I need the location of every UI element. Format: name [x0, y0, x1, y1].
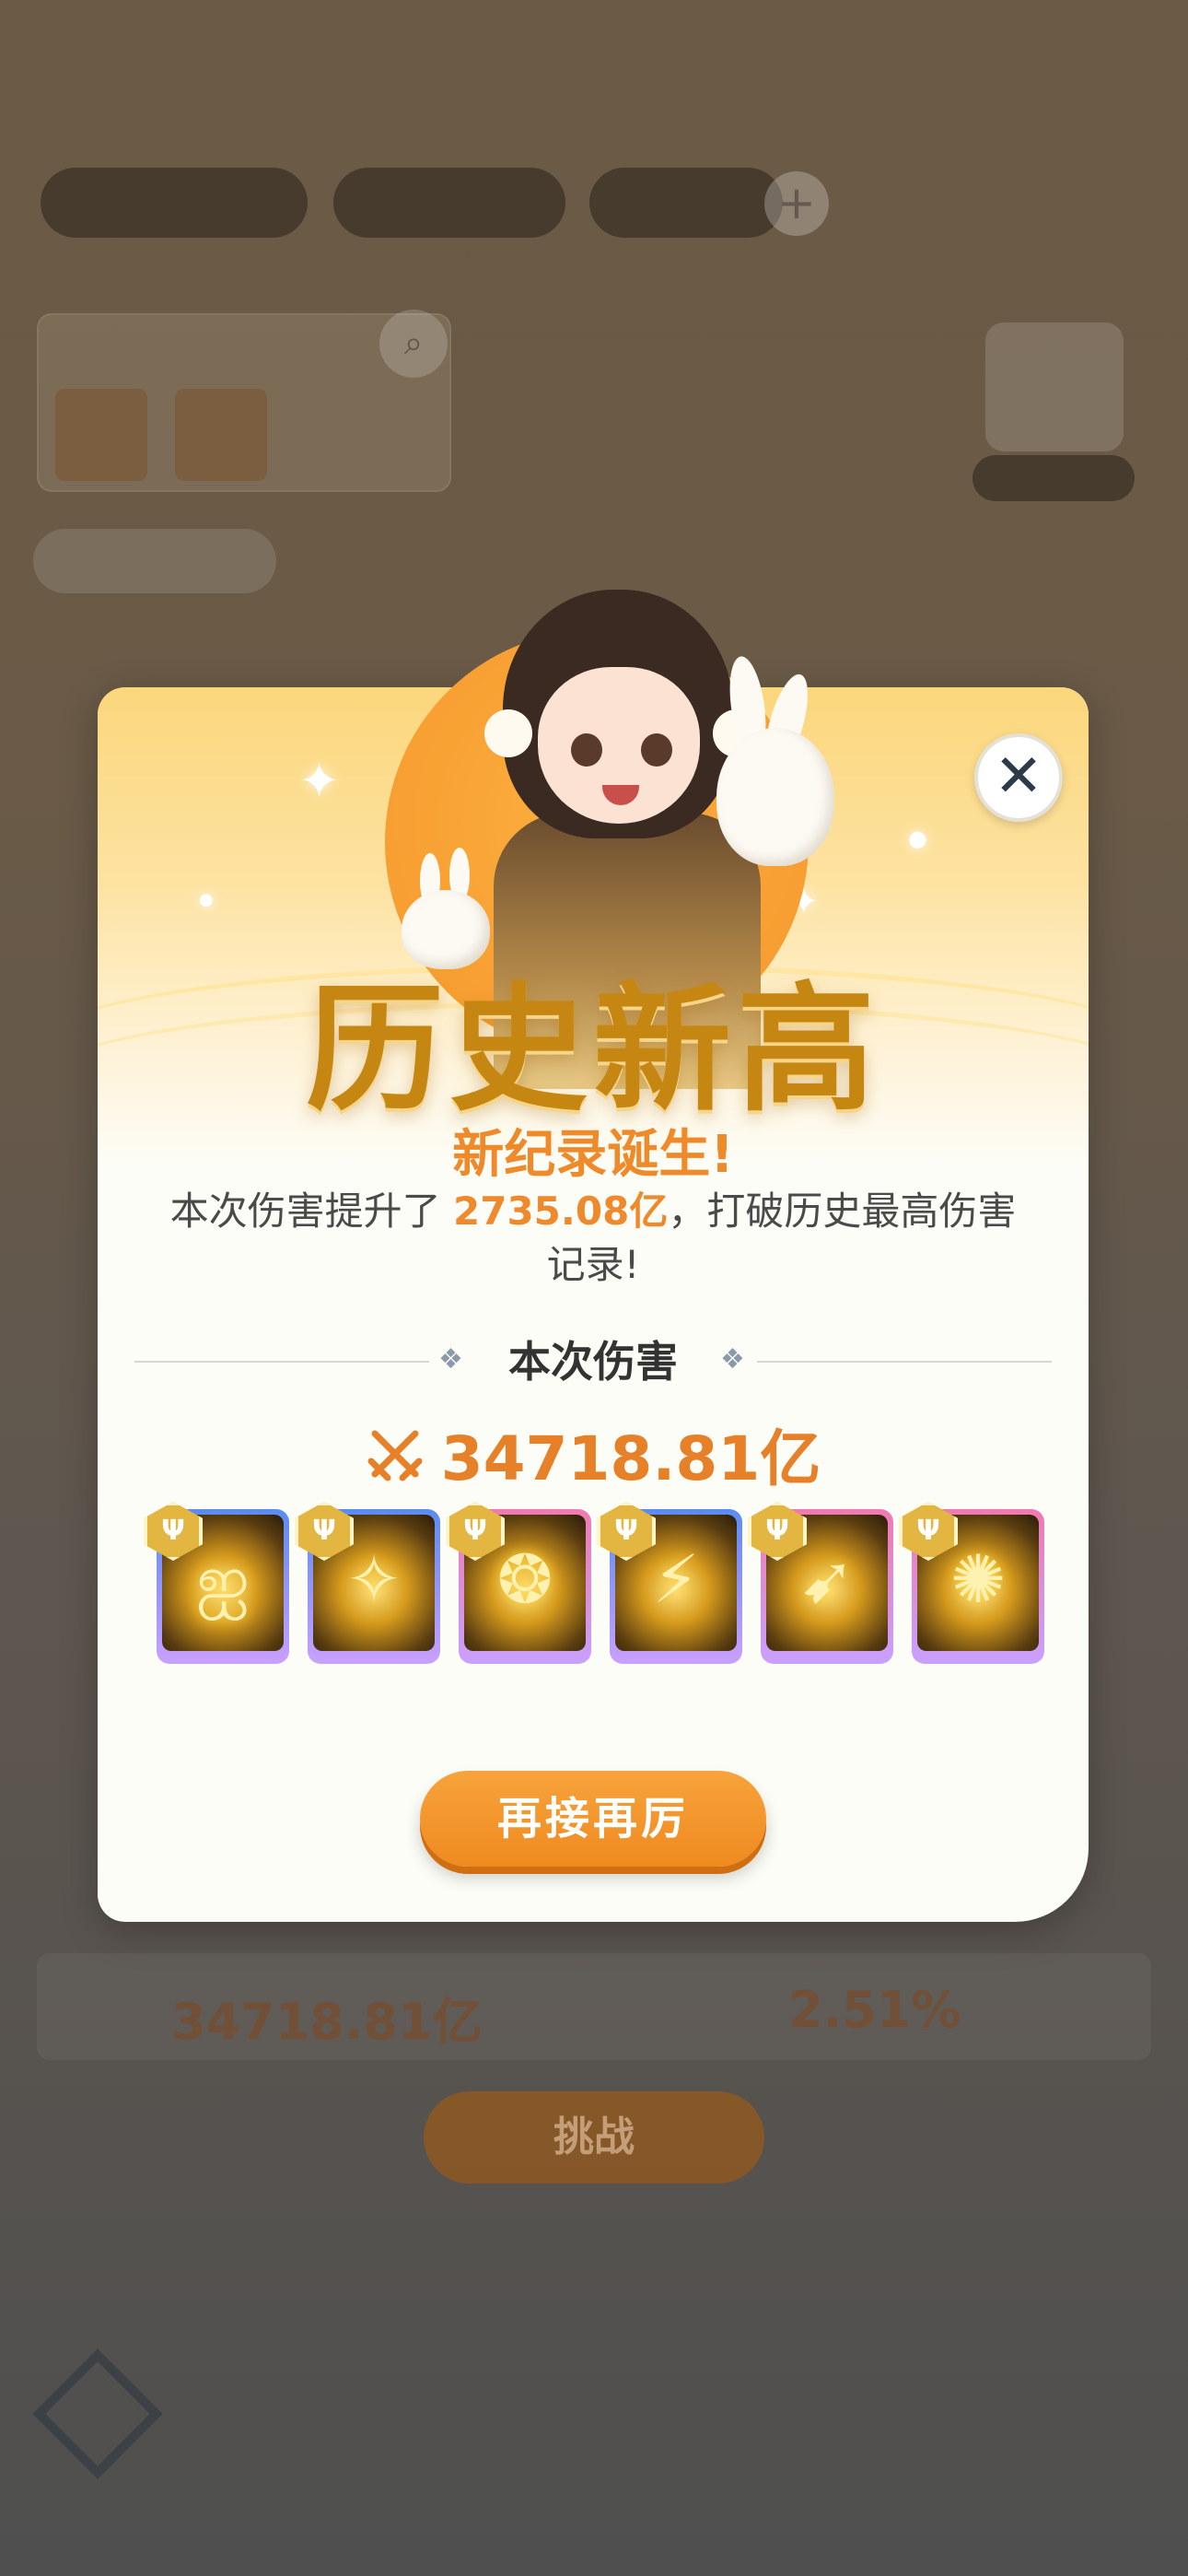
bunny-right [716, 728, 834, 866]
background-challenge-button: 挑战 [424, 2091, 764, 2184]
background-damage-stat: 34718.81亿 [171, 1993, 483, 2051]
try-again-button[interactable]: 再接再厉 [420, 1771, 766, 1867]
character-eye [641, 733, 672, 767]
skill-card[interactable]: ✺ Ψ [899, 1502, 1044, 1664]
add-resource-button[interactable]: + [764, 171, 829, 236]
crossed-swords-icon [367, 1430, 423, 1481]
sparkle-icon: ✦ [298, 752, 341, 810]
close-icon: ✕ [994, 743, 1043, 811]
castle-label [973, 455, 1135, 501]
skill-card[interactable]: ❂ Ψ [446, 1502, 591, 1664]
menu-diamond-icon[interactable] [32, 2348, 163, 2479]
record-modal: ✦ ✦ ● ● ✕ 历史新高 新纪录诞生! 本次伤害提升了 2735.08亿，打… [98, 590, 1089, 1922]
sparkle-icon: ● [199, 890, 214, 909]
desc-value: 2735.08亿 [453, 1188, 669, 1234]
character-eye [571, 733, 602, 767]
section-divider: ❖ 本次伤害 ❖ [134, 1332, 1052, 1391]
background-tag[interactable] [33, 529, 276, 593]
hair-pompom [484, 709, 532, 757]
damage-value: 34718.81亿 [440, 1423, 821, 1494]
castle-icon[interactable] [985, 322, 1124, 451]
resource-pill-gem [589, 168, 783, 238]
close-button[interactable]: ✕ [974, 733, 1063, 822]
panel-thumb [175, 389, 267, 481]
modal-description: 本次伤害提升了 2735.08亿，打破历史最高伤害记录! [153, 1185, 1033, 1292]
damage-row: 34718.81亿 [98, 1410, 1089, 1494]
divider-line [757, 1361, 1052, 1363]
skill-card[interactable]: ஐΨ [144, 1502, 289, 1664]
resource-pill-gold [333, 168, 565, 238]
search-icon[interactable]: ⌕ [379, 310, 448, 378]
panel-thumb [55, 389, 147, 481]
skill-card[interactable]: ⚡ Ψ [597, 1502, 742, 1664]
modal-title: 历史新高 [305, 968, 880, 1130]
diamond-deco-icon: ❖ [720, 1343, 745, 1376]
sparkle-icon: ● [908, 825, 927, 851]
background-ratio-stat: 2.51% [788, 1981, 961, 2039]
skill-card[interactable]: ✧ Ψ [295, 1502, 440, 1664]
modal-subtitle: 新纪录诞生! [452, 1125, 734, 1185]
resource-pill-energy [41, 168, 308, 238]
skill-card[interactable]: ➹ Ψ [748, 1502, 893, 1664]
skill-list: ஐ Ψ ✧ Ψ ❂ Ψ ⚡ Ψ ➹ Ψ ✺ Ψ [144, 1500, 1065, 1666]
desc-prefix: 本次伤害提升了 [169, 1188, 454, 1234]
